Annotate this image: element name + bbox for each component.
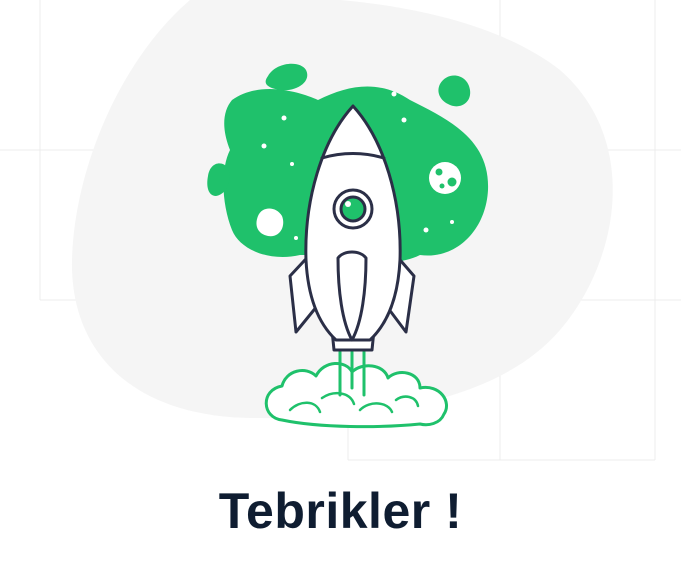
rocket-launch-illustration (71, 0, 613, 429)
asteroid-icon (256, 208, 284, 237)
page-title: Tebrikler ! (218, 483, 463, 539)
planet-icon (429, 162, 461, 194)
